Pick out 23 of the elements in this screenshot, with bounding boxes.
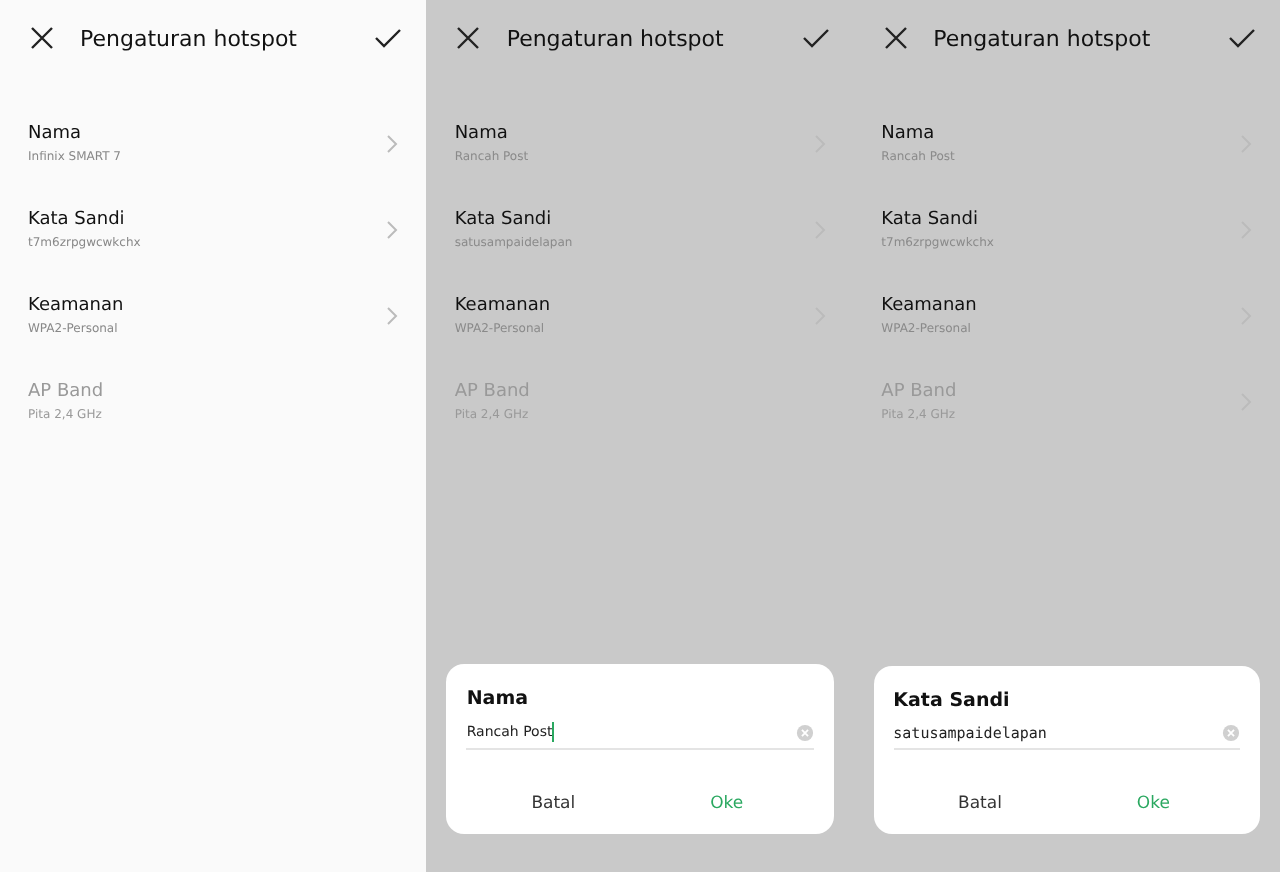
setting-label: Nama [881, 123, 937, 143]
close-icon[interactable] [28, 24, 56, 52]
cancel-button[interactable]: Batal [466, 790, 640, 818]
close-icon[interactable] [454, 24, 483, 52]
setting-label: Keamanan [881, 295, 979, 315]
screen-title: Pengaturan hotspot [80, 25, 299, 51]
setting-label: Kata Sandi [28, 209, 127, 229]
checkmark-icon[interactable] [801, 24, 830, 52]
screen-title: Pengaturan hotspot [933, 25, 1153, 51]
setting-label: Kata Sandi [454, 209, 554, 229]
setting-label: Keamanan [454, 295, 553, 315]
setting-label: Kata Sandi [881, 209, 980, 229]
dialog-title: Kata Sandi [893, 690, 1012, 712]
screen-title: Pengaturan hotspot [506, 25, 726, 51]
checkmark-icon[interactable] [1227, 24, 1256, 52]
dialog-title: Nama [466, 688, 530, 710]
checkmark-icon[interactable] [374, 24, 403, 52]
setting-label: Nama [28, 123, 84, 143]
close-icon[interactable] [881, 24, 910, 52]
setting-label: AP Band [28, 381, 106, 401]
setting-label: Nama [454, 123, 510, 143]
setting-label: Keamanan [28, 295, 126, 315]
cancel-button[interactable]: Batal [893, 790, 1067, 818]
